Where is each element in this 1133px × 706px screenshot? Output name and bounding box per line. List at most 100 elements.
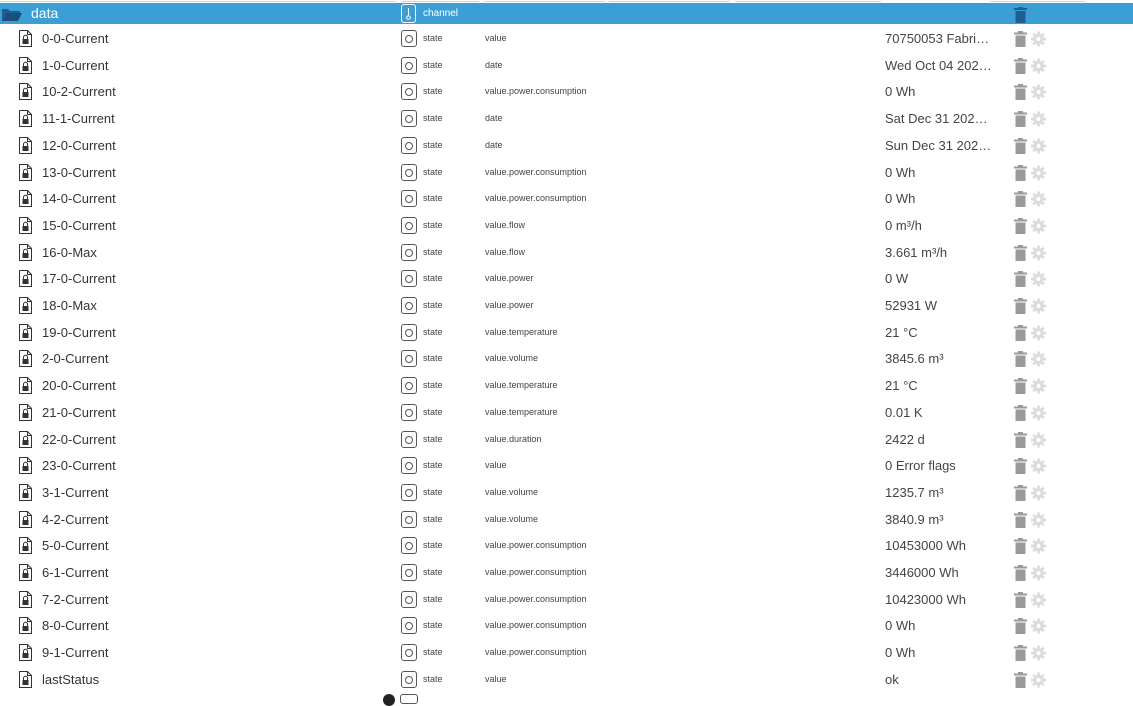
trash-icon[interactable]	[1013, 84, 1028, 100]
gear-icon[interactable]	[1031, 325, 1046, 341]
gear-icon[interactable]	[1031, 245, 1046, 261]
object-value[interactable]: 0 W	[885, 271, 995, 287]
table-row[interactable]: 0-0-Current state value 70750053 Fabri…	[0, 26, 1133, 52]
table-row[interactable]: 22-0-Current state value.duration 2422 d	[0, 427, 1133, 453]
table-row[interactable]: 15-0-Current state value.flow 0 m³/h	[0, 213, 1133, 239]
trash-icon[interactable]	[1013, 618, 1028, 634]
gear-icon[interactable]	[1031, 58, 1046, 74]
gear-icon[interactable]	[1031, 271, 1046, 287]
table-row[interactable]: 5-0-Current state value.power.consumption 1…	[0, 533, 1133, 559]
gear-icon[interactable]	[1031, 84, 1046, 100]
gear-icon[interactable]	[1031, 592, 1046, 608]
gear-icon[interactable]	[1031, 351, 1046, 367]
object-value[interactable]: 3840.9 m³	[885, 512, 995, 528]
table-row[interactable]: 7-2-Current state value.power.consumption 1…	[0, 587, 1133, 613]
trash-icon[interactable]	[1013, 111, 1028, 127]
gear-icon[interactable]	[1031, 298, 1046, 314]
table-row[interactable]: 13-0-Current state value.power.consumption…	[0, 160, 1133, 186]
trash-icon[interactable]	[1013, 458, 1028, 474]
table-row[interactable]: 4-2-Current state value.volume 3840.9 m³	[0, 507, 1133, 533]
gear-icon[interactable]	[1031, 31, 1046, 47]
trash-icon[interactable]	[1013, 165, 1028, 181]
trash-icon[interactable]	[1013, 538, 1028, 554]
gear-icon[interactable]	[1031, 565, 1046, 581]
object-value[interactable]: Sun Dec 31 202…	[885, 138, 995, 154]
trash-icon[interactable]	[1013, 378, 1028, 394]
object-value[interactable]: 10453000 Wh	[885, 538, 995, 554]
object-value[interactable]: 0 Wh	[885, 84, 995, 100]
table-row[interactable]: lastStatus state value ok	[0, 667, 1133, 693]
table-row[interactable]: 11-1-Current state date Sat Dec 31 202…	[0, 106, 1133, 132]
gear-icon[interactable]	[1031, 432, 1046, 448]
table-row[interactable]: 19-0-Current state value.temperature 21 °C	[0, 320, 1133, 346]
object-value[interactable]: 3446000 Wh	[885, 565, 995, 581]
table-row[interactable]: 1-0-Current state date Wed Oct 04 202…	[0, 53, 1133, 79]
object-value[interactable]: Wed Oct 04 202…	[885, 58, 995, 74]
object-value[interactable]: 0 Wh	[885, 645, 995, 661]
trash-icon[interactable]	[1013, 191, 1028, 207]
trash-icon[interactable]	[1013, 271, 1028, 287]
gear-icon[interactable]	[1031, 672, 1046, 688]
gear-icon[interactable]	[1031, 645, 1046, 661]
object-value[interactable]: 52931 W	[885, 298, 995, 314]
table-row[interactable]: 18-0-Max state value.power 52931 W	[0, 293, 1133, 319]
trash-icon[interactable]	[1013, 432, 1028, 448]
trash-icon[interactable]	[1013, 245, 1028, 261]
gear-icon[interactable]	[1031, 618, 1046, 634]
gear-icon[interactable]	[1031, 458, 1046, 474]
object-value[interactable]: 21 °C	[885, 378, 995, 394]
table-row[interactable]: 6-1-Current state value.power.consumption 3…	[0, 560, 1133, 586]
trash-icon[interactable]	[1013, 592, 1028, 608]
gear-icon[interactable]	[1031, 538, 1046, 554]
trash-icon[interactable]	[1013, 405, 1028, 421]
object-value[interactable]: 1235.7 m³	[885, 485, 995, 501]
table-row[interactable]: 10-2-Current state value.power.consumption…	[0, 79, 1133, 105]
object-value[interactable]: 0.01 K	[885, 405, 995, 421]
table-row[interactable]: 2-0-Current state value.volume 3845.6 m³	[0, 346, 1133, 372]
gear-icon[interactable]	[1031, 512, 1046, 528]
gear-icon[interactable]	[1031, 405, 1046, 421]
trash-icon[interactable]	[1013, 672, 1028, 688]
object-value[interactable]: Sat Dec 31 202…	[885, 111, 995, 127]
gear-icon[interactable]	[1031, 191, 1046, 207]
table-row[interactable]: 20-0-Current state value.temperature 21 °C	[0, 373, 1133, 399]
gear-icon[interactable]	[1031, 138, 1046, 154]
object-value[interactable]: 3.661 m³/h	[885, 245, 995, 261]
object-value[interactable]: 21 °C	[885, 325, 995, 341]
folder-row-data[interactable]: data channel	[0, 3, 1133, 24]
trash-icon[interactable]	[1013, 31, 1028, 47]
object-value[interactable]: 0 Wh	[885, 165, 995, 181]
gear-icon[interactable]	[1031, 485, 1046, 501]
object-value[interactable]: 2422 d	[885, 432, 995, 448]
trash-icon[interactable]	[1013, 351, 1028, 367]
table-row[interactable]: 16-0-Max state value.flow 3.661 m³/h	[0, 240, 1133, 266]
gear-icon[interactable]	[1031, 378, 1046, 394]
object-value[interactable]: 3845.6 m³	[885, 351, 995, 367]
object-value[interactable]: 0 Wh	[885, 618, 995, 634]
table-row[interactable]: 9-1-Current state value.power.consumption 0…	[0, 640, 1133, 666]
table-row[interactable]: 21-0-Current state value.temperature 0.01 K	[0, 400, 1133, 426]
trash-icon[interactable]	[1013, 645, 1028, 661]
table-row[interactable]: 17-0-Current state value.power 0 W	[0, 266, 1133, 292]
trash-icon[interactable]	[1013, 485, 1028, 501]
table-row[interactable]: 8-0-Current state value.power.consumption 0…	[0, 613, 1133, 639]
table-row[interactable]: 3-1-Current state value.volume 1235.7 m³	[0, 480, 1133, 506]
gear-icon[interactable]	[1031, 218, 1046, 234]
trash-icon[interactable]	[1013, 58, 1028, 74]
trash-icon[interactable]	[1013, 565, 1028, 581]
trash-icon[interactable]	[1013, 512, 1028, 528]
object-value[interactable]: 0 m³/h	[885, 218, 995, 234]
object-value[interactable]: 0 Wh	[885, 191, 995, 207]
table-row[interactable]: 23-0-Current state value 0 Error flags	[0, 453, 1133, 479]
gear-icon[interactable]	[1031, 111, 1046, 127]
trash-icon[interactable]	[1013, 7, 1028, 23]
trash-icon[interactable]	[1013, 325, 1028, 341]
trash-icon[interactable]	[1013, 218, 1028, 234]
object-value[interactable]: 70750053 Fabri…	[885, 31, 995, 47]
object-value[interactable]: 0 Error flags	[885, 458, 995, 474]
object-value[interactable]: 10423000 Wh	[885, 592, 995, 608]
table-row[interactable]: 14-0-Current state value.power.consumption…	[0, 186, 1133, 212]
trash-icon[interactable]	[1013, 138, 1028, 154]
object-value[interactable]: ok	[885, 672, 995, 688]
gear-icon[interactable]	[1031, 165, 1046, 181]
